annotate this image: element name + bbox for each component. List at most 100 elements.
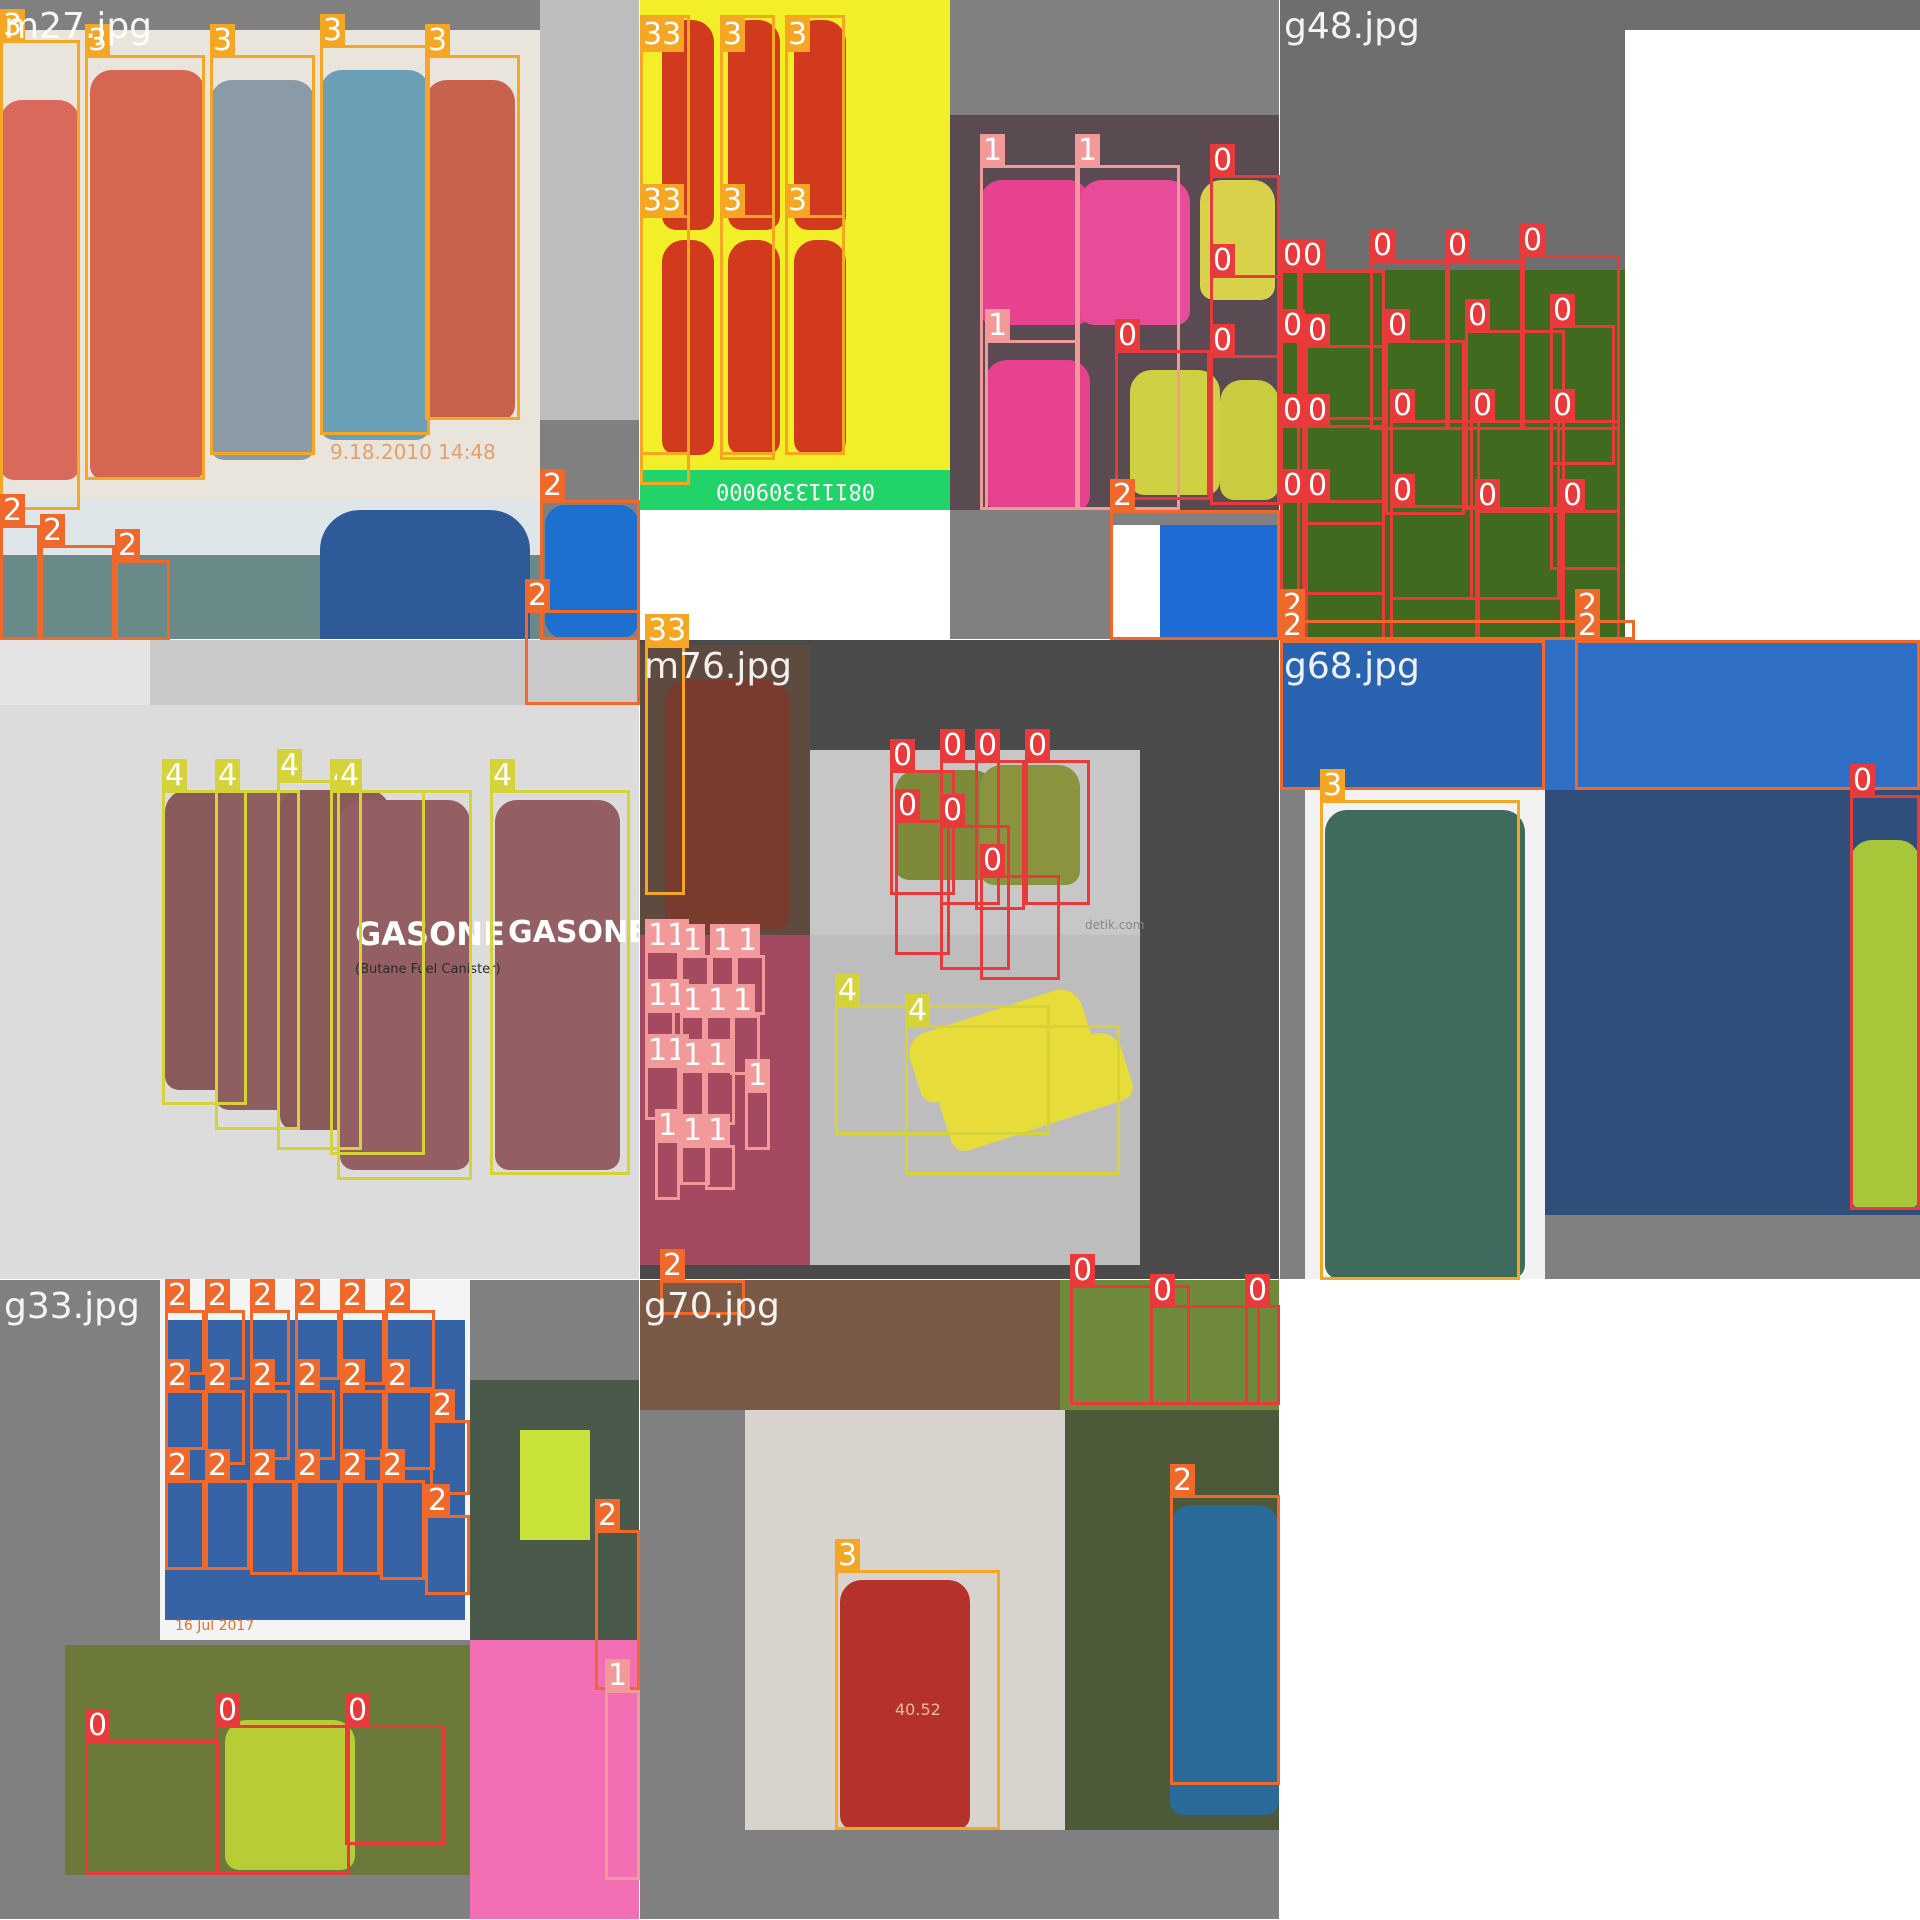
detection-class-label: 0 — [215, 1694, 241, 1728]
detection-box: 3 — [720, 184, 775, 455]
detection-class-label: 2 — [525, 579, 551, 613]
detection-box: 3 — [0, 9, 80, 510]
detection-class-label: 2 — [0, 494, 26, 528]
detection-class-label: 0 — [940, 794, 966, 828]
detection-box: 2 — [425, 1484, 470, 1595]
detection-class-label: 2 — [295, 1359, 321, 1393]
detection-box: 4 — [905, 994, 1120, 1175]
detection-class-label: 2 — [540, 469, 566, 503]
detection-class-label: 2 — [425, 1484, 451, 1518]
detection-box: 1 — [605, 1659, 640, 1880]
detection-class-label: 2 — [40, 514, 66, 548]
detection-box: 3 — [320, 14, 430, 435]
detection-box: 0 — [1150, 1274, 1260, 1405]
detection-box: 3 — [785, 184, 845, 455]
detection-box: 1 — [705, 1114, 735, 1190]
detection-box: 0 — [980, 844, 1060, 980]
detection-class-label: 1 — [680, 1114, 706, 1148]
detection-class-label: 0 — [1475, 479, 1501, 513]
detection-box: 1 — [655, 1109, 681, 1200]
detection-class-label: 1 — [735, 924, 761, 958]
detection-box: 0 — [1210, 324, 1280, 505]
detection-class-label: 1 — [705, 984, 731, 1018]
detection-class-label: 1 — [680, 1039, 706, 1073]
detection-class-label: 0 — [1385, 309, 1411, 343]
photo-worker-vest — [520, 1430, 590, 1540]
detection-box: 4 — [337, 759, 472, 1180]
detection-class-label: 2 — [250, 1359, 276, 1393]
detection-class-label: 33 — [640, 18, 685, 52]
detection-class-label: 2 — [250, 1449, 276, 1483]
photo-left-strip — [0, 640, 150, 705]
tile-title: g48.jpg — [1284, 6, 1420, 47]
detection-box: 2 — [205, 1449, 250, 1570]
detection-class-label: 2 — [1110, 479, 1136, 513]
photo-wall-right — [540, 0, 639, 420]
detection-box: 1 — [985, 309, 1080, 510]
detection-class-label: 0 — [940, 729, 966, 763]
detection-class-label: 0 — [1850, 764, 1876, 798]
detection-class-label: 0 — [1390, 389, 1416, 423]
detection-class-label: 0 — [1115, 319, 1141, 353]
detection-box: 3 — [425, 24, 520, 420]
detection-class-label: 0 — [1470, 389, 1496, 423]
detection-class-label: 0 — [1150, 1274, 1176, 1308]
detection-class-label: 2 — [115, 529, 141, 563]
detection-class-label: 0 — [1280, 394, 1306, 428]
detection-class-label: 3 — [1320, 769, 1346, 803]
detection-class-label: 1 — [655, 1109, 681, 1143]
detection-box: 3 — [85, 24, 205, 480]
detection-box: 4 — [490, 759, 630, 1175]
detection-class-label: 0 — [895, 789, 921, 823]
detection-box: 2 — [1110, 479, 1280, 640]
detection-class-label: 3 — [425, 24, 451, 58]
detection-class-label: 0 — [345, 1694, 371, 1728]
detection-class-label: 1 — [605, 1659, 631, 1693]
watermark-detik: detik.com — [1085, 918, 1145, 932]
detection-class-label: 4 — [215, 759, 241, 793]
detection-class-label: 1 — [730, 984, 756, 1018]
detection-class-label: 2 — [1170, 1464, 1196, 1498]
detection-class-label: 1 — [705, 1039, 731, 1073]
detection-class-label: 0 — [85, 1709, 111, 1743]
detection-class-label: 0 — [1465, 299, 1491, 333]
detection-class-label: 2 — [205, 1279, 231, 1313]
detection-class-label: 0 — [1390, 474, 1416, 508]
detection-class-label: 3 — [785, 184, 811, 218]
detection-class-label: 0 — [1445, 229, 1471, 263]
detection-box: 3 — [835, 1539, 1000, 1830]
detection-class-label: 2 — [165, 1449, 191, 1483]
detection-class-label: 3 — [720, 18, 746, 52]
detection-class-label: 2 — [595, 1499, 621, 1533]
detection-class-label: 1 — [680, 924, 706, 958]
detection-class-label: 4 — [835, 974, 861, 1008]
detection-box: 3 — [210, 24, 315, 455]
detection-class-label: 2 — [385, 1359, 411, 1393]
detection-class-label: 2 — [385, 1279, 411, 1313]
detection-box: 2 — [1280, 589, 1580, 640]
detection-class-label: 33 — [645, 614, 690, 648]
detection-box: 0 — [345, 1694, 445, 1845]
detection-class-label: 2 — [430, 1389, 456, 1423]
detection-class-label: 33 — [640, 184, 685, 218]
detection-class-label: 1 — [985, 309, 1011, 343]
detection-class-label: 0 — [890, 739, 916, 773]
detection-class-label: 3 — [320, 14, 346, 48]
detection-class-label: 3 — [785, 18, 811, 52]
detection-box: 2 — [250, 1449, 295, 1575]
detection-class-label: 0 — [1025, 729, 1051, 763]
detection-class-label: 1 — [705, 1114, 731, 1148]
detection-box: 2 — [295, 1449, 340, 1575]
detection-class-label: 0 — [980, 844, 1006, 878]
detection-class-label: 0 — [1370, 229, 1396, 263]
tile-title: g68.jpg — [1284, 646, 1420, 687]
tile-title: g33.jpg — [4, 1286, 140, 1327]
detection-class-label: 2 — [165, 1279, 191, 1313]
phone-number: 081113309000 — [715, 478, 875, 503]
detection-class-label: 2 — [660, 1249, 686, 1283]
detection-class-label: 3 — [720, 184, 746, 218]
detection-class-label: 2 — [205, 1449, 231, 1483]
detection-box: 2 — [340, 1449, 380, 1575]
detection-box: 1 — [745, 1059, 771, 1150]
detection-box: 2 — [115, 529, 170, 640]
